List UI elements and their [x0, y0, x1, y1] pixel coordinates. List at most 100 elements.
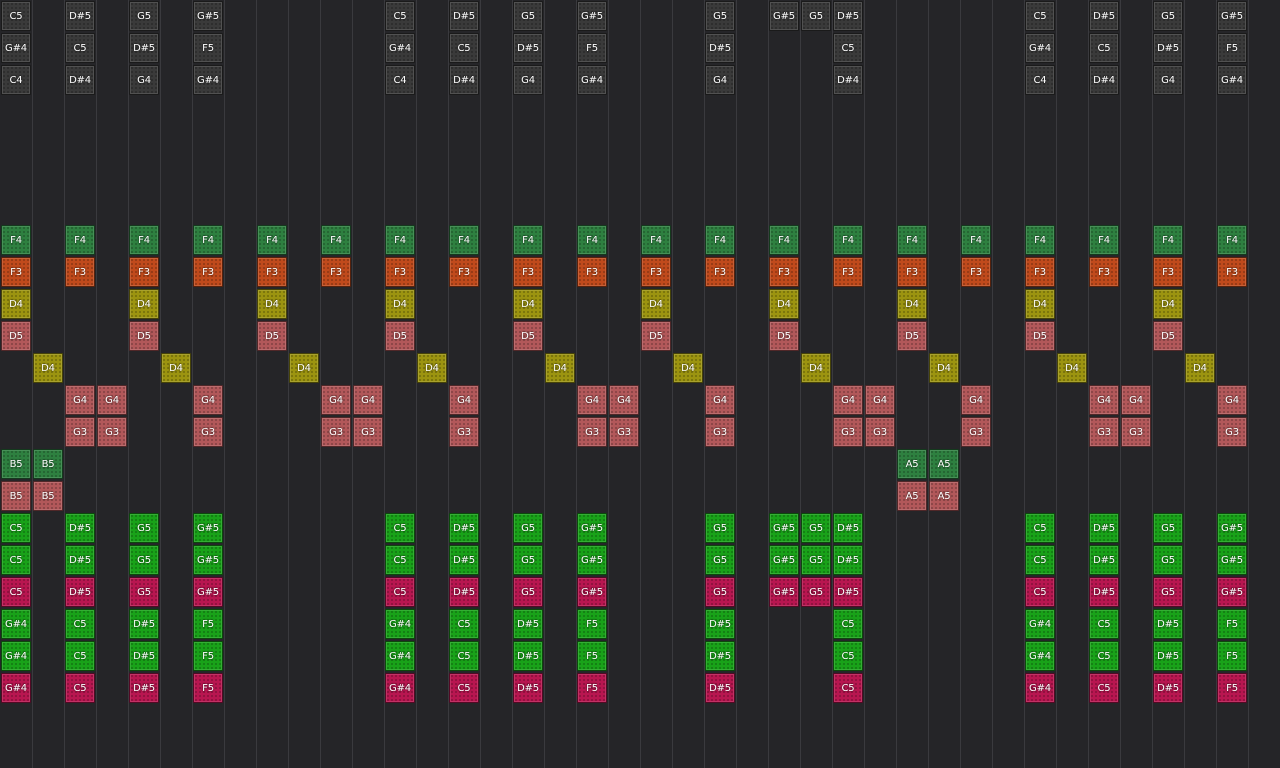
note-block[interactable]: F5: [1217, 673, 1247, 703]
note-block[interactable]: G5: [705, 513, 735, 543]
note-block[interactable]: G5: [513, 577, 543, 607]
note-block[interactable]: F4: [1, 225, 31, 255]
note-block[interactable]: F3: [705, 257, 735, 287]
note-block[interactable]: F4: [897, 225, 927, 255]
note-block[interactable]: D4: [1057, 353, 1087, 383]
note-block[interactable]: G3: [865, 417, 895, 447]
note-block[interactable]: D5: [1153, 321, 1183, 351]
note-block[interactable]: F3: [1025, 257, 1055, 287]
note-block[interactable]: F5: [577, 673, 607, 703]
note-block[interactable]: C4: [1025, 65, 1055, 95]
note-block[interactable]: G#5: [577, 577, 607, 607]
note-block[interactable]: D5: [129, 321, 159, 351]
note-block[interactable]: G#5: [769, 545, 799, 575]
note-block[interactable]: D4: [641, 289, 671, 319]
note-block[interactable]: C5: [833, 641, 863, 671]
note-block[interactable]: G5: [129, 577, 159, 607]
note-block[interactable]: C5: [1089, 673, 1119, 703]
note-block[interactable]: C5: [385, 1, 415, 31]
note-block[interactable]: G#4: [1025, 673, 1055, 703]
note-block[interactable]: F3: [513, 257, 543, 287]
note-block[interactable]: C5: [449, 609, 479, 639]
note-block[interactable]: G5: [513, 545, 543, 575]
note-block[interactable]: G4: [513, 65, 543, 95]
note-block[interactable]: C5: [449, 641, 479, 671]
note-block[interactable]: D4: [417, 353, 447, 383]
note-block[interactable]: D#5: [129, 673, 159, 703]
note-block[interactable]: G3: [833, 417, 863, 447]
note-block[interactable]: D#4: [1089, 65, 1119, 95]
note-block[interactable]: G4: [865, 385, 895, 415]
note-block[interactable]: A5: [929, 481, 959, 511]
note-block[interactable]: D4: [769, 289, 799, 319]
note-block[interactable]: F3: [257, 257, 287, 287]
note-block[interactable]: D4: [1185, 353, 1215, 383]
note-block[interactable]: G#4: [385, 609, 415, 639]
note-block[interactable]: G4: [129, 65, 159, 95]
note-block[interactable]: G#4: [1, 673, 31, 703]
note-block[interactable]: G#4: [385, 641, 415, 671]
note-block[interactable]: F3: [129, 257, 159, 287]
note-block[interactable]: D5: [1, 321, 31, 351]
note-block[interactable]: G#5: [769, 1, 799, 31]
note-block[interactable]: G#5: [193, 577, 223, 607]
note-block[interactable]: B5: [33, 481, 63, 511]
note-block[interactable]: G4: [609, 385, 639, 415]
note-block[interactable]: G4: [1153, 65, 1183, 95]
note-block[interactable]: D#5: [1089, 1, 1119, 31]
note-block[interactable]: G#4: [1, 609, 31, 639]
note-block[interactable]: C5: [65, 673, 95, 703]
note-block[interactable]: D#5: [1089, 545, 1119, 575]
note-block[interactable]: C5: [385, 513, 415, 543]
note-block[interactable]: C5: [833, 673, 863, 703]
note-block[interactable]: G5: [705, 1, 735, 31]
note-block[interactable]: G#5: [577, 1, 607, 31]
note-block[interactable]: G5: [705, 577, 735, 607]
note-block[interactable]: D#5: [65, 577, 95, 607]
note-block[interactable]: C4: [385, 65, 415, 95]
note-block[interactable]: C5: [385, 545, 415, 575]
note-block[interactable]: D4: [513, 289, 543, 319]
note-block[interactable]: G#4: [1, 641, 31, 671]
note-block[interactable]: F5: [577, 609, 607, 639]
note-block[interactable]: F3: [641, 257, 671, 287]
note-block[interactable]: B5: [1, 481, 31, 511]
note-block[interactable]: G#4: [1025, 641, 1055, 671]
note-block[interactable]: G3: [1089, 417, 1119, 447]
note-block[interactable]: F3: [65, 257, 95, 287]
note-block[interactable]: D#5: [833, 1, 863, 31]
note-block[interactable]: F4: [833, 225, 863, 255]
note-block[interactable]: D#5: [833, 545, 863, 575]
note-block[interactable]: G#4: [1025, 33, 1055, 63]
note-block[interactable]: C5: [1025, 1, 1055, 31]
note-block[interactable]: F3: [897, 257, 927, 287]
note-block[interactable]: G#4: [385, 33, 415, 63]
note-block[interactable]: D#5: [1153, 609, 1183, 639]
note-block[interactable]: G#5: [577, 545, 607, 575]
note-block[interactable]: F5: [577, 33, 607, 63]
note-block[interactable]: C5: [65, 33, 95, 63]
note-block[interactable]: D4: [161, 353, 191, 383]
note-block[interactable]: F4: [1153, 225, 1183, 255]
note-block[interactable]: F4: [1217, 225, 1247, 255]
note-block[interactable]: F3: [193, 257, 223, 287]
note-block[interactable]: D4: [545, 353, 575, 383]
note-block[interactable]: D#5: [65, 545, 95, 575]
note-block[interactable]: D#4: [833, 65, 863, 95]
note-block[interactable]: G4: [1121, 385, 1151, 415]
note-block[interactable]: F4: [961, 225, 991, 255]
note-block[interactable]: D4: [1153, 289, 1183, 319]
note-block[interactable]: F3: [961, 257, 991, 287]
note-block[interactable]: C5: [1025, 513, 1055, 543]
note-block[interactable]: G5: [1153, 545, 1183, 575]
note-block[interactable]: G5: [129, 545, 159, 575]
note-block[interactable]: D4: [257, 289, 287, 319]
note-block[interactable]: C5: [1025, 545, 1055, 575]
note-block[interactable]: G4: [1217, 385, 1247, 415]
note-block[interactable]: D#5: [1089, 513, 1119, 543]
note-block[interactable]: G#4: [193, 65, 223, 95]
note-block[interactable]: D5: [513, 321, 543, 351]
note-block[interactable]: D#5: [129, 33, 159, 63]
note-block[interactable]: G3: [353, 417, 383, 447]
note-block[interactable]: F3: [449, 257, 479, 287]
